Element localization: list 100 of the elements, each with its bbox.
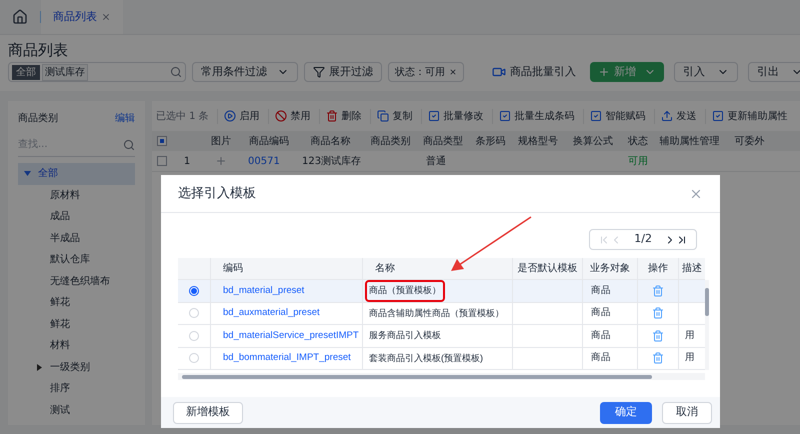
toolbar-button[interactable]: 批量生成条码 [492,108,575,124]
batch-import-link[interactable]: 商品批量引入 [492,64,576,80]
tree-item[interactable]: 默认仓库 [18,249,135,270]
column-header: 描述 [678,258,705,279]
table-cell[interactable]: bd_bommaterial_IMPT_preset [210,348,362,369]
column-header: 辅助属性管理 [658,134,720,148]
search-icon[interactable] [170,66,182,78]
filter-icon [313,66,325,78]
column-header: 业务对象 [582,258,637,279]
cancel-button[interactable]: 取消 [662,402,712,424]
table-cell: 商品 [591,284,611,298]
tree-item[interactable]: 排序 [18,378,135,400]
toolbar-button[interactable]: 智能赋码 [582,108,646,124]
selection-count: 已选中 1 条 [156,110,209,124]
checkbox-icon [590,110,602,122]
confirm-button[interactable]: 确定 [600,402,652,424]
video-icon [492,65,506,79]
page-tab[interactable]: 商品列表 [41,0,123,34]
trash-icon[interactable] [652,352,664,364]
filter-tag-text: 状态：可用 [395,66,445,80]
column-header: 商品编码 [248,134,290,148]
vertical-scrollbar[interactable] [705,280,709,370]
caret-down-icon[interactable] [24,170,31,178]
toolbar-button[interactable]: 批量修改 [420,108,484,124]
radio-button[interactable] [189,286,199,296]
tree-item[interactable]: 无缝色织墙布 [18,270,135,292]
category-search-field[interactable]: 查找... [18,137,123,152]
table-cell[interactable]: bd_materialService_presetIMPT [210,325,362,346]
plus-icon[interactable] [215,155,227,167]
table-cell: 商品 [591,306,611,320]
tree-item[interactable]: 鲜花 [18,314,135,335]
trash-icon[interactable] [652,330,664,342]
column-header: 条形码 [474,134,506,148]
column-header: 编码 [210,258,362,279]
table-cell: 商品 [591,351,611,366]
toolbar-button[interactable]: 更新辅助属性 [704,108,788,124]
toolbar-button[interactable]: 复制 [370,108,413,124]
export-button[interactable]: 引出 [748,62,800,82]
plus-icon [598,66,610,78]
tree-item[interactable]: 材料 [18,335,135,356]
toolbar-button[interactable]: 启用 [216,108,260,124]
tree-item[interactable]: 半成品 [18,228,135,249]
trash-icon [326,110,338,122]
column-header: 换算公式 [572,134,614,148]
expand-filter-button[interactable]: 展开过滤 [304,62,382,82]
table-cell[interactable]: bd_auxmaterial_preset [210,302,362,324]
column-header: 状态 [627,134,649,148]
horizontal-scrollbar[interactable] [178,373,705,380]
table-cell-text: 商品含辅助属性商品（预置模板） [368,306,505,320]
table-cell-text: 可用 [627,154,649,168]
tree-item[interactable]: 测试 [18,400,135,421]
tree-item[interactable]: 一级类别 [18,356,135,378]
keyword-tag: 测试库存 [42,64,88,80]
copy-icon [376,110,389,122]
search-icon[interactable] [123,138,135,150]
checkbox-icon [498,110,511,122]
column-header: 操作 [637,258,678,279]
import-button[interactable]: 引入 [674,62,738,82]
row-index: 1 [182,154,192,168]
play-icon [224,110,236,122]
table-cell-text: 123测试库存 [301,154,362,168]
table-cell[interactable]: 00571 [240,154,298,168]
toolbar-button[interactable]: 删除 [318,108,362,124]
dialog-title: 选择引入模板 [178,184,256,203]
checkbox-icon [428,110,440,122]
upload-icon [660,110,673,122]
filter-tag[interactable]: 状态：可用 [388,62,464,82]
ban-icon [274,110,287,122]
column-header: 规格型号 [517,134,559,148]
tree-item[interactable]: 成品 [18,206,135,228]
table-cell[interactable]: bd_material_preset [210,280,362,302]
edit-link[interactable]: 编辑 [115,110,135,126]
search-field[interactable]: 全部 测试库存 [8,62,186,82]
add-template-button[interactable]: 新增模板 [173,402,243,424]
toolbar-button[interactable]: 禁用 [268,108,311,124]
tree-item[interactable]: 全部 [18,163,135,184]
table-cell-text: 普通 [425,154,447,168]
toolbar-button[interactable]: 发送 [654,108,697,124]
trash-icon[interactable] [652,307,664,320]
close-icon[interactable] [101,12,111,22]
last-page-icon[interactable] [676,234,688,246]
column-header: 可委外 [734,134,766,148]
column-header: 商品类型 [422,134,464,148]
scope-tag: 全部 [12,64,40,80]
column-header: 图片 [210,134,232,148]
tree-item[interactable]: 原材料 [18,184,135,206]
column-header: 是否默认模板 [512,258,582,279]
column-header: 商品类别 [370,134,412,148]
home-icon[interactable] [12,9,28,25]
row-checkbox[interactable] [157,156,167,166]
close-icon[interactable] [449,68,457,76]
table-cell: 商品 [591,328,611,343]
header-checkbox[interactable] [157,136,167,146]
table-cell-text: 服务商品引入模板 [368,329,442,342]
filter-dropdown[interactable]: 常用条件过滤 [192,62,298,82]
tree-item[interactable]: 鲜花 [18,292,135,314]
table-cell-text: 套装商品引入模板(预置模板) [368,352,484,365]
column-header: 商品名称 [310,134,352,148]
caret-right-icon[interactable] [36,364,43,371]
trash-icon[interactable] [652,284,664,297]
